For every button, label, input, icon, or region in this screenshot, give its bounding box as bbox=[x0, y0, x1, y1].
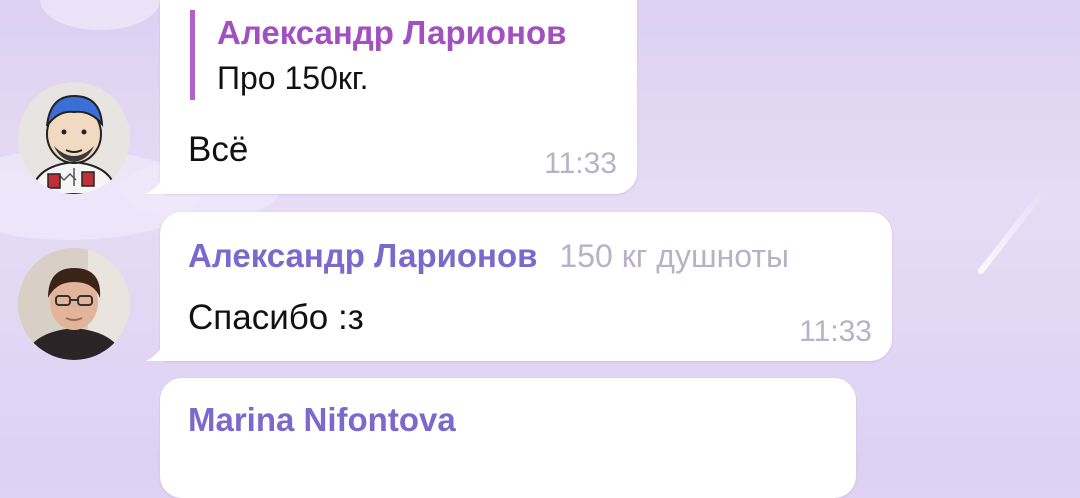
reply-sender-name: Александр Ларионов bbox=[217, 14, 567, 51]
message-time: 11:33 bbox=[544, 147, 617, 180]
avatar[interactable] bbox=[18, 82, 130, 194]
message-bubble[interactable]: Александр Ларионов 150 кг душноты Спасибо… bbox=[146, 212, 892, 361]
user-avatar-cartoon-icon bbox=[18, 82, 130, 194]
reply-text: Про 150кг. bbox=[217, 60, 369, 96]
message-text: Всё bbox=[188, 130, 249, 169]
message-bubble[interactable]: Александр Ларионов Про 150кг. Всё 11:33 bbox=[146, 0, 637, 194]
bubble-tail bbox=[146, 174, 166, 194]
sender-rank: 150 кг душноты bbox=[559, 238, 790, 274]
message-bubble[interactable]: Marina Nifontova bbox=[160, 378, 856, 498]
message-time: 11:33 bbox=[799, 315, 872, 348]
sender-name[interactable]: Александр Ларионов bbox=[188, 237, 537, 274]
user-avatar-photo-icon bbox=[18, 248, 130, 360]
avatar[interactable] bbox=[18, 248, 130, 360]
bubble-tail bbox=[146, 341, 166, 361]
sender-name[interactable]: Marina Nifontova bbox=[188, 398, 456, 442]
reply-quote[interactable]: Александр Ларионов Про 150кг. bbox=[190, 10, 566, 100]
message-text: Спасибо :з bbox=[188, 298, 364, 337]
